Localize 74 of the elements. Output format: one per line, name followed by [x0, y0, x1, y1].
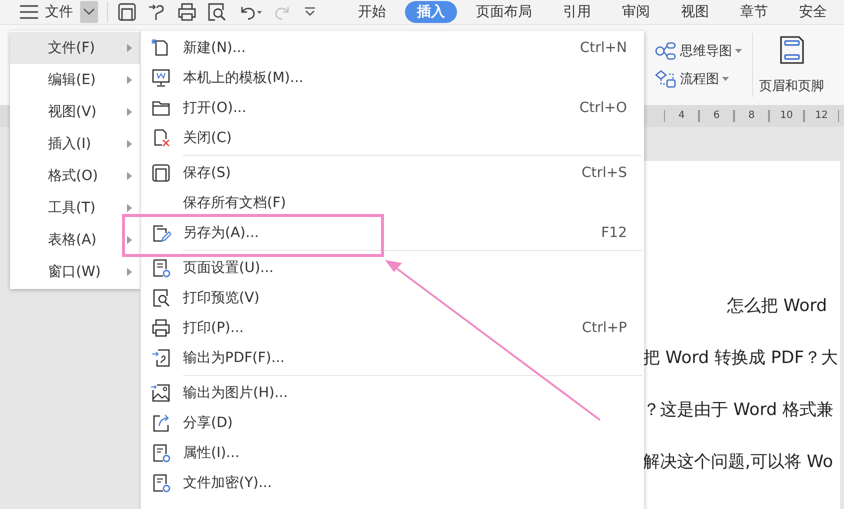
submenu-arrow-icon: [127, 108, 132, 116]
ribbon-tool-button[interactable]: 思维导图: [655, 42, 742, 60]
menu-item[interactable]: 属性(I)...: [141, 438, 644, 468]
save-icon: [151, 163, 171, 183]
menu-item[interactable]: 编辑(E): [10, 64, 140, 96]
menu-icon[interactable]: [20, 5, 38, 19]
print-preview-icon: [151, 288, 171, 308]
menu-item[interactable]: 视图(V): [10, 96, 140, 128]
share-icon: [151, 413, 171, 433]
printer-icon[interactable]: [178, 3, 196, 21]
file-menu-label[interactable]: 文件: [45, 3, 73, 21]
printer-icon: [151, 318, 171, 338]
ribbon-tab[interactable]: 开始: [346, 1, 398, 23]
submenu-arrow-icon: [127, 204, 132, 212]
header-footer-button[interactable]: 页眉和页脚: [759, 35, 824, 95]
document-text: 解决这个问题,可以将 Wo: [643, 451, 834, 473]
submenu-arrow-icon: [127, 44, 132, 52]
menu-item[interactable]: 本机上的模板(M)...: [141, 63, 644, 93]
submenu-arrow-icon: [127, 140, 132, 148]
ribbon-tab[interactable]: 视图: [669, 1, 721, 23]
ruler-number: 12: [804, 110, 839, 122]
ruler-number: 8: [734, 110, 769, 122]
menu-item[interactable]: 打印预览(V): [141, 283, 644, 313]
ribbon-tab[interactable]: 页面布局: [464, 1, 544, 23]
menu-item[interactable]: 文件加密(Y)...: [141, 468, 644, 498]
submenu-arrow-icon: [127, 268, 132, 276]
document-text: ？这是由于 Word 格式兼: [643, 399, 835, 421]
menu-item[interactable]: 另存为(A)... F12: [141, 218, 644, 248]
submenu-arrow-icon: [127, 172, 132, 180]
menu-item[interactable]: 输出为图片(H)...: [141, 378, 644, 408]
menu-item[interactable]: 打印(P)... Ctrl+P: [141, 313, 644, 343]
export-pdf-icon: [151, 348, 171, 368]
page-settings-icon: [151, 258, 171, 278]
document-text: 怎么把 Word: [726, 295, 828, 317]
submenu-arrow-icon: [127, 76, 132, 84]
menu-item[interactable]: 保存(S) Ctrl+S: [141, 158, 644, 188]
menu-item[interactable]: 新建(N)... Ctrl+N: [141, 33, 644, 63]
menu-item[interactable]: 格式(O): [10, 160, 140, 192]
menu-item[interactable]: 插入(I): [10, 128, 140, 160]
caret-icon: [83, 8, 95, 16]
menu-item[interactable]: 页面设置(U)...: [141, 253, 644, 283]
image-icon: [151, 383, 171, 403]
mind-map-icon: [655, 42, 677, 60]
menu-item[interactable]: 保存所有文档(F): [141, 188, 644, 218]
ruler-number: 4: [664, 110, 699, 122]
submenu-arrow-icon: [127, 236, 132, 244]
print-preview-icon[interactable]: [208, 3, 226, 21]
menu-item[interactable]: 分享(D): [141, 408, 644, 438]
dropdown-button[interactable]: [80, 1, 98, 23]
ribbon-tab[interactable]: 引用: [551, 1, 603, 23]
menu-item[interactable]: 工具(T): [10, 192, 140, 224]
menu-item[interactable]: 打开(O)... Ctrl+O: [141, 93, 644, 123]
document-text: 把 Word 转换成 PDF？大: [643, 347, 840, 369]
page-icon: [778, 35, 804, 65]
ribbon-tool-button[interactable]: 流程图: [655, 70, 742, 88]
ribbon-tab[interactable]: 审阅: [610, 1, 662, 23]
more-icon[interactable]: [304, 6, 316, 18]
flowchart-icon: [655, 70, 677, 88]
caret-icon: [722, 76, 729, 82]
export-icon[interactable]: [148, 3, 166, 21]
caret-icon: [735, 48, 742, 54]
monitor-icon: [151, 68, 171, 88]
save-as-icon: [151, 223, 171, 243]
menu-item[interactable]: 关闭(C): [141, 123, 644, 153]
menu-item[interactable]: 文件(F): [10, 32, 140, 64]
ruler-number: 10: [769, 110, 804, 122]
menu-item[interactable]: 窗口(W): [10, 256, 140, 288]
ruler-number: 6: [699, 110, 734, 122]
save-icon[interactable]: [118, 3, 136, 21]
menu-item[interactable]: 输出为PDF(F)...: [141, 343, 644, 373]
menu-item[interactable]: 表格(A): [10, 224, 140, 256]
ribbon-tab[interactable]: 安全: [787, 1, 839, 23]
ribbon-tab[interactable]: 章节: [728, 1, 780, 23]
properties-icon: [151, 443, 171, 463]
